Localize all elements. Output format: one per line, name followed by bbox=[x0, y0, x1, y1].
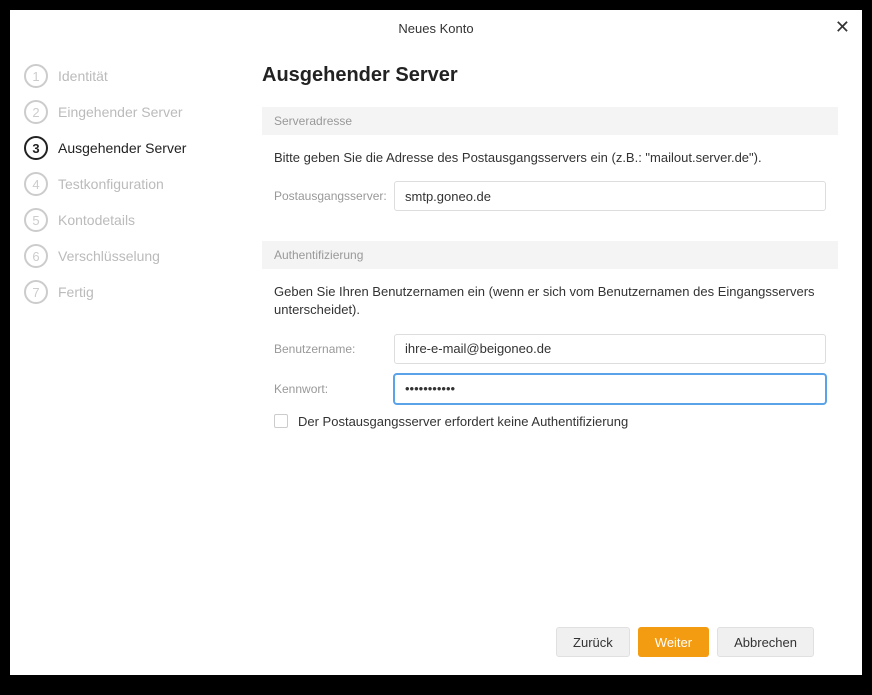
page-title: Ausgehender Server bbox=[262, 64, 838, 87]
close-icon[interactable]: ✕ bbox=[835, 18, 850, 36]
field-label: Postausgangsserver: bbox=[274, 189, 394, 203]
step-label: Testkonfiguration bbox=[58, 176, 164, 192]
no-auth-checkbox[interactable] bbox=[274, 414, 288, 428]
titlebar-title: Neues Konto bbox=[398, 21, 473, 36]
username-input[interactable] bbox=[394, 334, 826, 364]
main-panel: Ausgehender Server Serveradresse Bitte g… bbox=[250, 46, 862, 675]
step-identity[interactable]: 1 Identität bbox=[24, 64, 238, 88]
step-label: Ausgehender Server bbox=[58, 140, 186, 156]
field-row-password: Kennwort: bbox=[274, 374, 826, 404]
step-label: Identität bbox=[58, 68, 108, 84]
step-number-icon: 7 bbox=[24, 280, 48, 304]
field-label: Benutzername: bbox=[274, 342, 394, 356]
step-done[interactable]: 7 Fertig bbox=[24, 280, 238, 304]
step-encryption[interactable]: 6 Verschlüsselung bbox=[24, 244, 238, 268]
back-button[interactable]: Zurück bbox=[556, 627, 630, 657]
spacer bbox=[262, 449, 838, 613]
titlebar: Neues Konto ✕ bbox=[10, 10, 862, 46]
field-row-username: Benutzername: bbox=[274, 334, 826, 364]
step-number-icon: 2 bbox=[24, 100, 48, 124]
section-body-auth: Geben Sie Ihren Benutzernamen ein (wenn … bbox=[262, 269, 838, 448]
step-label: Verschlüsselung bbox=[58, 248, 160, 264]
dialog-window: Neues Konto ✕ 1 Identität 2 Eingehender … bbox=[10, 10, 862, 675]
outgoing-server-input[interactable] bbox=[394, 181, 826, 211]
password-input[interactable] bbox=[394, 374, 826, 404]
step-number-icon: 6 bbox=[24, 244, 48, 268]
cancel-button[interactable]: Abbrechen bbox=[717, 627, 814, 657]
step-number-icon: 3 bbox=[24, 136, 48, 160]
dialog-footer: Zurück Weiter Abbrechen bbox=[262, 613, 838, 675]
checkbox-row-no-auth: Der Postausgangsserver erfordert keine A… bbox=[274, 414, 826, 429]
step-number-icon: 4 bbox=[24, 172, 48, 196]
wizard-steps-sidebar: 1 Identität 2 Eingehender Server 3 Ausge… bbox=[10, 46, 250, 675]
step-account-details[interactable]: 5 Kontodetails bbox=[24, 208, 238, 232]
next-button[interactable]: Weiter bbox=[638, 627, 709, 657]
step-label: Kontodetails bbox=[58, 212, 135, 228]
helper-text: Bitte geben Sie die Adresse des Postausg… bbox=[274, 149, 826, 167]
helper-text: Geben Sie Ihren Benutzernamen ein (wenn … bbox=[274, 283, 826, 319]
section-header-server-address: Serveradresse bbox=[262, 107, 838, 135]
step-label: Eingehender Server bbox=[58, 104, 183, 120]
field-label: Kennwort: bbox=[274, 382, 394, 396]
field-row-outgoing-server: Postausgangsserver: bbox=[274, 181, 826, 211]
step-number-icon: 5 bbox=[24, 208, 48, 232]
section-body-server-address: Bitte geben Sie die Adresse des Postausg… bbox=[262, 135, 838, 241]
step-test-config[interactable]: 4 Testkonfiguration bbox=[24, 172, 238, 196]
section-header-auth: Authentifizierung bbox=[262, 241, 838, 269]
step-number-icon: 1 bbox=[24, 64, 48, 88]
step-incoming-server[interactable]: 2 Eingehender Server bbox=[24, 100, 238, 124]
step-label: Fertig bbox=[58, 284, 94, 300]
content-area: 1 Identität 2 Eingehender Server 3 Ausge… bbox=[10, 46, 862, 675]
step-outgoing-server[interactable]: 3 Ausgehender Server bbox=[24, 136, 238, 160]
checkbox-label: Der Postausgangsserver erfordert keine A… bbox=[298, 414, 628, 429]
